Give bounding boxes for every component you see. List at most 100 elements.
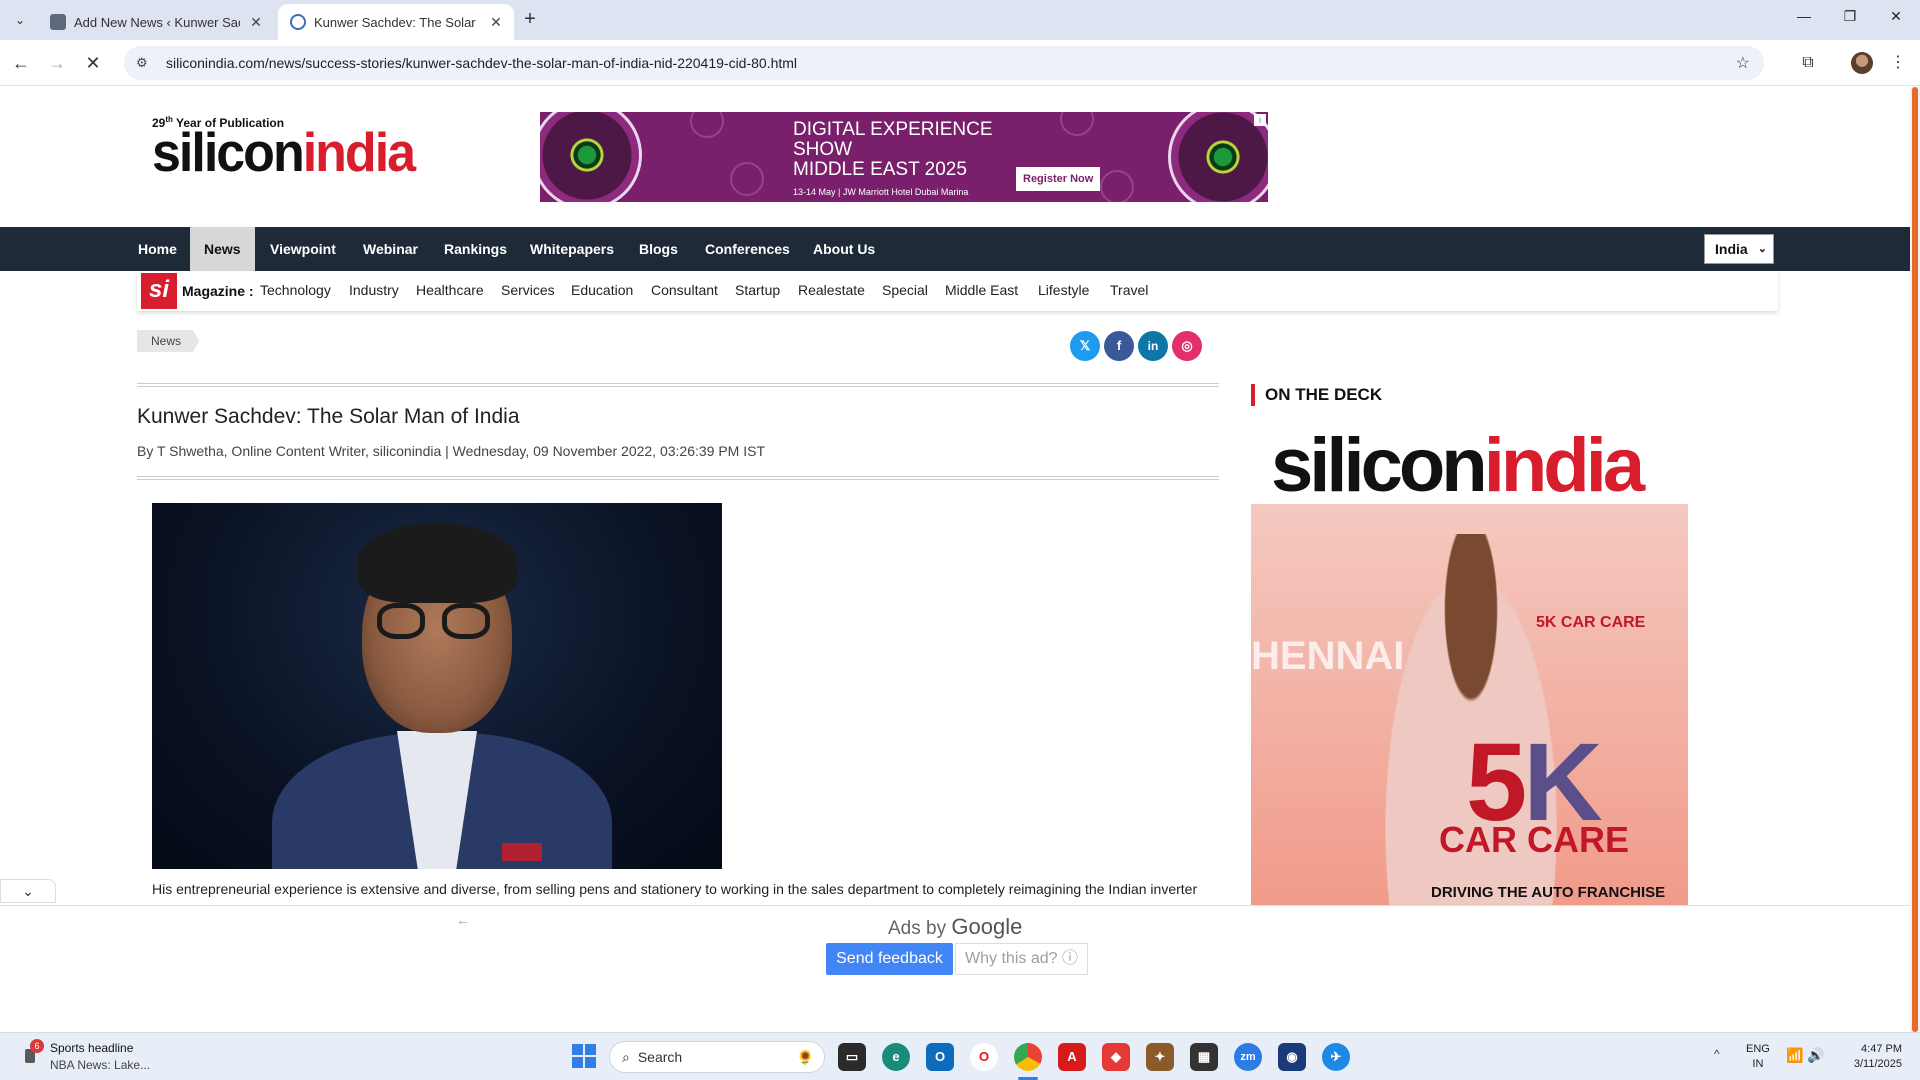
mag-nav-middle-east[interactable]: Middle East (945, 271, 1018, 309)
url-text[interactable]: siliconindia.com/news/success-stories/ku… (166, 55, 797, 71)
mag-nav-lifestyle[interactable]: Lifestyle (1038, 271, 1089, 309)
forward-arrow-icon[interactable]: → (44, 50, 70, 76)
google-ad-panel: ← Ads by Google Send feedback Why this a… (0, 905, 1910, 1032)
why-this-ad-button[interactable]: Why this ad? ⓘ (955, 943, 1088, 975)
mag-nav-education[interactable]: Education (571, 271, 633, 309)
ad-banner-digital-experience[interactable]: DIGITAL EXPERIENCE SHOW MIDDLE EAST 2025… (540, 112, 1268, 202)
on-the-deck-heading: ON THE DECK (1251, 384, 1382, 406)
tab-add-new-news[interactable]: Add New News ‹ Kunwer Sachdev ✕ (38, 4, 274, 40)
wordpress-favicon-icon (50, 14, 66, 30)
close-tab-icon[interactable]: ✕ (488, 14, 504, 31)
nav-whitepapers[interactable]: Whitepapers (516, 227, 628, 271)
linkedin-icon[interactable]: in (1138, 331, 1168, 361)
messenger-app-icon[interactable]: ✈ (1322, 1043, 1350, 1071)
outlook-icon[interactable]: O (926, 1043, 954, 1071)
collapse-ad-chevron-icon[interactable]: ⌄ (0, 879, 56, 903)
nav-rankings[interactable]: Rankings (430, 227, 521, 271)
new-tab-plus-icon[interactable]: + (518, 8, 542, 32)
site-info-icon[interactable]: ⚙ (136, 55, 156, 71)
mag-nav-special[interactable]: Special (882, 271, 928, 309)
nav-viewpoint[interactable]: Viewpoint (256, 227, 350, 271)
browser-menu-icon[interactable]: ⋮ (1885, 50, 1911, 76)
mag-nav-realestate[interactable]: Realestate (798, 271, 865, 309)
article-byline: By T Shwetha, Online Content Writer, sil… (137, 443, 766, 459)
webex-icon[interactable]: ◉ (1278, 1043, 1306, 1071)
tab-title: Kunwer Sachdev: The Solar Man of India (314, 14, 480, 30)
close-tab-icon[interactable]: ✕ (248, 14, 264, 31)
nav-webinar[interactable]: Webinar (349, 227, 432, 271)
ad-back-arrow-icon[interactable]: ← (456, 912, 470, 928)
nav-blogs[interactable]: Blogs (625, 227, 692, 271)
edge-browser-icon[interactable]: e (882, 1043, 910, 1071)
web-page: 29th Year of Publication siliconindia DI… (0, 87, 1910, 910)
address-bar[interactable]: ⚙ siliconindia.com/news/success-stories/… (124, 46, 1764, 80)
news-widget-icon[interactable]: 6 (22, 1039, 44, 1065)
taskbar-search[interactable]: ⌕ Search 🌻 (609, 1041, 825, 1073)
search-icon: ⌕ (622, 1048, 630, 1065)
zoom-icon[interactable]: zm (1234, 1043, 1262, 1071)
profile-avatar[interactable] (1851, 52, 1873, 74)
media-app-icon[interactable]: ▦ (1190, 1043, 1218, 1071)
windows-taskbar: 6 Sports headline NBA News: Lake... ⌕ Se… (0, 1032, 1920, 1080)
task-view-icon[interactable]: ▭ (838, 1043, 866, 1071)
mag-nav-startup[interactable]: Startup (735, 271, 780, 309)
chevron-down-icon: ⌄ (1757, 243, 1767, 255)
language-indicator[interactable]: ENG IN (1746, 1042, 1770, 1072)
windows-start-icon[interactable] (572, 1044, 596, 1068)
ad-choices-icon[interactable]: i (1254, 114, 1266, 126)
taskbar-clock[interactable]: 4:47 PM 3/11/2025 (1846, 1042, 1902, 1072)
mag-nav-travel[interactable]: Travel (1110, 271, 1148, 309)
ads-by-google-label: Ads by Google (888, 914, 1023, 939)
article-title: Kunwer Sachdev: The Solar Man of India (137, 405, 520, 428)
send-feedback-button[interactable]: Send feedback (826, 943, 953, 975)
game-app-icon[interactable]: ✦ (1146, 1043, 1174, 1071)
siliconindia-logo[interactable]: 29th Year of Publication siliconindia (152, 115, 416, 180)
minimize-window-icon[interactable]: — (1790, 8, 1818, 32)
ad-register-button[interactable]: Register Now (1016, 167, 1101, 191)
tab-search-chevron-icon[interactable]: ⌄ (8, 8, 32, 32)
mag-nav-services[interactable]: Services (501, 271, 555, 309)
nav-home[interactable]: Home (124, 227, 191, 271)
browser-toolbar: ← → ✕ ⚙ siliconindia.com/news/success-st… (0, 40, 1920, 86)
chrome-icon[interactable] (1014, 1043, 1042, 1071)
magazine-label: Magazine : (182, 283, 254, 299)
region-select[interactable]: India ⌄ (1704, 234, 1774, 264)
opera-icon[interactable]: O (970, 1043, 998, 1071)
magazine-navigation: si Magazine : Technology Industry Health… (137, 271, 1778, 311)
back-arrow-icon[interactable]: ← (8, 50, 34, 76)
stop-loading-icon[interactable]: ✕ (80, 50, 106, 76)
news-badge: 6 (30, 1039, 44, 1053)
instagram-icon[interactable]: ◎ (1172, 331, 1202, 361)
magazine-cover[interactable]: siliconindia HENNAI 5K CAR CARE 5K CAR C… (1251, 414, 1688, 910)
mag-nav-healthcare[interactable]: Healthcare (416, 271, 484, 309)
tab-kunwer-sachdev[interactable]: Kunwer Sachdev: The Solar Man of India ✕ (278, 4, 514, 40)
close-window-icon[interactable]: ✕ (1882, 8, 1910, 32)
mag-nav-consultant[interactable]: Consultant (651, 271, 718, 309)
bookmark-star-icon[interactable]: ☆ (1736, 53, 1750, 73)
search-highlight-icon: 🌻 (796, 1048, 814, 1065)
news-widget-title[interactable]: Sports headline (50, 1041, 133, 1055)
tab-title: Add New News ‹ Kunwer Sachdev (74, 14, 240, 30)
mag-nav-technology[interactable]: Technology (260, 271, 331, 309)
search-placeholder: Search (637, 1049, 683, 1065)
si-magazine-logo[interactable]: si (141, 273, 177, 309)
ad-headline: DIGITAL EXPERIENCE SHOW MIDDLE EAST 2025 (793, 119, 993, 180)
facebook-icon[interactable]: f (1104, 331, 1134, 361)
nav-news[interactable]: News (190, 227, 255, 271)
extensions-puzzle-icon[interactable]: ⧉ (1795, 50, 1821, 76)
nav-about-us[interactable]: About Us (799, 227, 889, 271)
anydesk-icon[interactable]: ◆ (1102, 1043, 1130, 1071)
acrobat-icon[interactable]: A (1058, 1043, 1086, 1071)
mag-nav-industry[interactable]: Industry (349, 271, 399, 309)
nav-conferences[interactable]: Conferences (691, 227, 804, 271)
wifi-volume-icon[interactable]: 📶 🔊 (1786, 1047, 1825, 1064)
siliconindia-favicon-icon (290, 14, 306, 30)
x-twitter-icon[interactable]: 𝕏 (1070, 331, 1100, 361)
browser-tab-strip: ⌄ Add New News ‹ Kunwer Sachdev ✕ Kunwer… (0, 0, 1920, 40)
main-navigation: Home News Viewpoint Webinar Rankings Whi… (0, 227, 1910, 271)
news-widget-subtitle[interactable]: NBA News: Lake... (50, 1058, 150, 1072)
page-scrollbar[interactable] (1910, 87, 1920, 1032)
restore-window-icon[interactable]: ❐ (1836, 8, 1864, 32)
breadcrumb-news[interactable]: News (137, 330, 200, 352)
tray-chevron-up-icon[interactable]: ^ (1714, 1047, 1720, 1061)
